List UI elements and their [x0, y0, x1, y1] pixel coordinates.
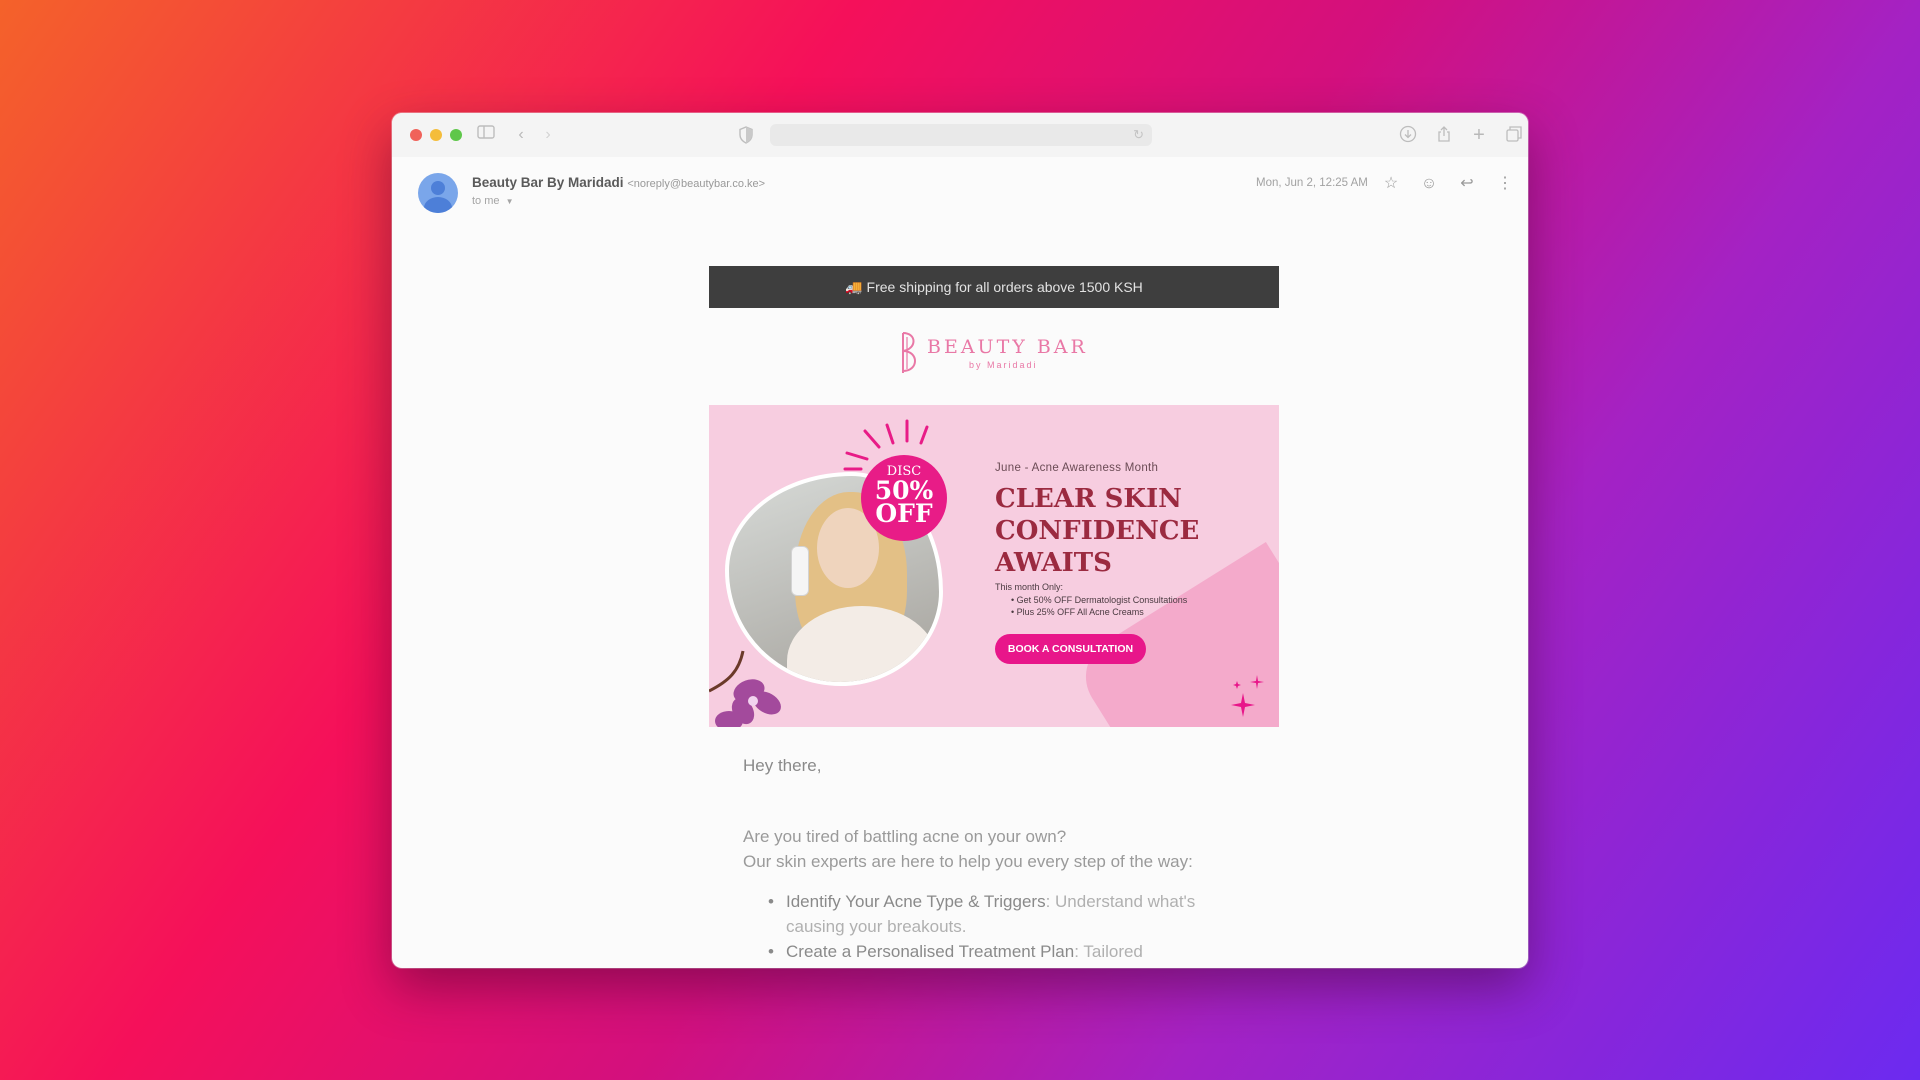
- sparkle-icon: [1231, 675, 1264, 717]
- list-item-title: Create a Personalised Treatment Plan: [786, 942, 1075, 961]
- badge-line-3: OFF: [875, 499, 933, 528]
- brand-logo[interactable]: BEAUTY BAR by Maridadi: [897, 329, 1097, 379]
- reload-icon[interactable]: ↻: [1133, 126, 1144, 144]
- email-date: Mon, Jun 2, 12:25 AM: [1256, 177, 1368, 189]
- benefits-list: Identify Your Acne Type & Triggers: Unde…: [768, 889, 1248, 964]
- shield-icon[interactable]: [736, 125, 756, 145]
- recipient-line[interactable]: to me ▼: [472, 195, 514, 207]
- close-window-button[interactable]: [410, 129, 422, 141]
- download-icon[interactable]: [1398, 125, 1418, 145]
- banner-title-line-1: CLEAR SKIN: [995, 484, 1182, 514]
- sender-email: <noreply@beautybar.co.ke>: [627, 178, 766, 190]
- intro-line-1: Are you tired of battling acne on your o…: [743, 827, 1067, 846]
- zoom-window-button[interactable]: [450, 129, 462, 141]
- banner-offer-item: Get 50% OFF Dermatologist Consultations: [1011, 594, 1188, 606]
- banner-subhead: This month Only:: [995, 582, 1064, 592]
- new-tab-icon[interactable]: +: [1469, 125, 1489, 145]
- intro-line-2: Our skin experts are here to help you ev…: [743, 852, 1193, 871]
- chevron-down-icon[interactable]: ▼: [506, 197, 514, 206]
- reply-icon[interactable]: ↩: [1454, 171, 1480, 197]
- list-item: Create a Personalised Treatment Plan: Ta…: [768, 939, 1248, 964]
- banner-title-line-2: CONFIDENCE: [995, 516, 1200, 546]
- sender-name: Beauty Bar By Maridadi: [472, 175, 624, 190]
- promo-banner[interactable]: DISC 50% OFF June - Acne Awareness Month…: [709, 405, 1279, 727]
- banner-offers: Get 50% OFF Dermatologist Consultations …: [1011, 594, 1188, 618]
- banner-title-line-3: AWAITS: [995, 548, 1112, 578]
- back-icon[interactable]: ‹: [511, 125, 531, 145]
- list-item-title: Identify Your Acne Type & Triggers: [786, 892, 1046, 911]
- logo-byline: by Maridadi: [969, 360, 1038, 370]
- sender-line: Beauty Bar By Maridadi <noreply@beautyba…: [472, 175, 765, 190]
- email-intro: Are you tired of battling acne on your o…: [743, 824, 1193, 874]
- address-bar[interactable]: ↻: [770, 124, 1152, 146]
- emoji-icon[interactable]: ☺: [1416, 171, 1442, 197]
- banner-offer-item: Plus 25% OFF All Acne Creams: [1011, 606, 1187, 618]
- more-icon[interactable]: ⋮: [1492, 171, 1518, 197]
- tabs-icon[interactable]: [1504, 125, 1524, 145]
- orchid-icon: [709, 650, 781, 727]
- shipping-banner: 🚚 Free shipping for all orders above 150…: [709, 266, 1279, 308]
- recipient-label: to me: [472, 195, 500, 207]
- book-consultation-button[interactable]: BOOK A CONSULTATION: [995, 634, 1146, 664]
- email-greeting: Hey there,: [743, 756, 822, 775]
- discount-badge: DISC 50% OFF: [861, 455, 947, 541]
- forward-icon[interactable]: ›: [538, 125, 558, 145]
- minimize-window-button[interactable]: [430, 129, 442, 141]
- avatar[interactable]: [418, 173, 458, 213]
- logo-mark-icon: [902, 332, 916, 373]
- browser-toolbar: ‹ › ↻ +: [392, 113, 1528, 157]
- share-icon[interactable]: [1434, 125, 1454, 145]
- list-item-text: : Tailored: [1074, 942, 1143, 961]
- star-icon[interactable]: ☆: [1378, 171, 1404, 197]
- banner-title: CLEAR SKIN CONFIDENCE AWAITS: [995, 483, 1199, 579]
- sidebar-icon[interactable]: [476, 125, 496, 145]
- logo-wordmark: BEAUTY BAR: [927, 336, 1088, 358]
- list-item: Identify Your Acne Type & Triggers: Unde…: [768, 889, 1248, 939]
- banner-kicker: June - Acne Awareness Month: [995, 462, 1159, 474]
- browser-window: ‹ › ↻ + Beauty Bar By Maridadi <noreply@…: [392, 113, 1528, 968]
